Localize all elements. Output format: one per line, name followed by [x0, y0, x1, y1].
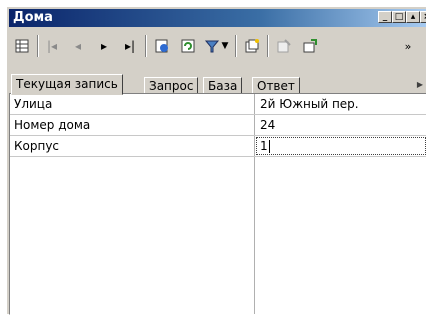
field-label: Номер дома — [14, 118, 91, 132]
maximize-button[interactable]: □ — [392, 11, 406, 23]
record-row-house-number[interactable]: Номер дома 24 — [10, 115, 426, 136]
tab-scroll-right-icon[interactable]: ▶ — [414, 77, 426, 93]
minimize-button[interactable]: _ — [378, 11, 392, 23]
record-row-building[interactable]: Корпус 1 — [10, 136, 426, 157]
filter-dropdown-icon[interactable]: ▼ — [219, 35, 231, 57]
delete-record-icon[interactable] — [273, 35, 295, 57]
tab-current-record[interactable]: Текущая запись — [11, 74, 123, 95]
tab-base[interactable]: База — [203, 77, 243, 94]
tab-query[interactable]: Запрос — [144, 77, 199, 94]
toolbar-separator — [267, 35, 269, 57]
toolbar-overflow-icon[interactable]: » — [401, 35, 415, 57]
window: Дома _ □ ▴ × |◂ ◂ ▸ ▸| ▼ — [6, 6, 426, 315]
field-value[interactable]: 24 — [260, 118, 275, 132]
text-caret — [268, 140, 270, 153]
record-row-street[interactable]: Улица 2й Южный пер. — [10, 94, 426, 115]
record-grid: Улица 2й Южный пер. Номер дома 24 Корпус… — [9, 93, 426, 315]
field-label: Улица — [14, 97, 53, 111]
edit-record-icon[interactable] — [151, 35, 173, 57]
toolbar-separator — [235, 35, 237, 57]
refresh-icon[interactable] — [177, 35, 199, 57]
copy-record-icon[interactable] — [299, 35, 321, 57]
title-bar[interactable]: Дома _ □ ▴ × — [9, 9, 426, 27]
prev-record-icon[interactable]: ◂ — [67, 35, 89, 57]
field-value[interactable]: 2й Южный пер. — [260, 97, 359, 111]
tab-strip: Текущая запись Запрос База Ответ ▶ — [9, 71, 426, 95]
restore-button[interactable]: ▴ — [406, 11, 420, 23]
last-record-icon[interactable]: ▸| — [119, 35, 141, 57]
grid-icon[interactable] — [11, 35, 33, 57]
field-value[interactable]: 1 — [260, 139, 270, 153]
building-edit-field[interactable] — [256, 137, 426, 155]
toolbar-separator — [37, 35, 39, 57]
toolbar-separator — [145, 35, 147, 57]
field-value-text: 1 — [260, 139, 268, 153]
next-record-icon[interactable]: ▸ — [93, 35, 115, 57]
field-label: Корпус — [14, 139, 60, 153]
toolbar: |◂ ◂ ▸ ▸| ▼ » — [9, 29, 426, 61]
tab-response[interactable]: Ответ — [252, 77, 300, 94]
close-button[interactable]: × — [420, 11, 426, 23]
first-record-icon[interactable]: |◂ — [41, 35, 63, 57]
window-title: Дома — [13, 10, 53, 25]
new-record-icon[interactable] — [241, 35, 263, 57]
